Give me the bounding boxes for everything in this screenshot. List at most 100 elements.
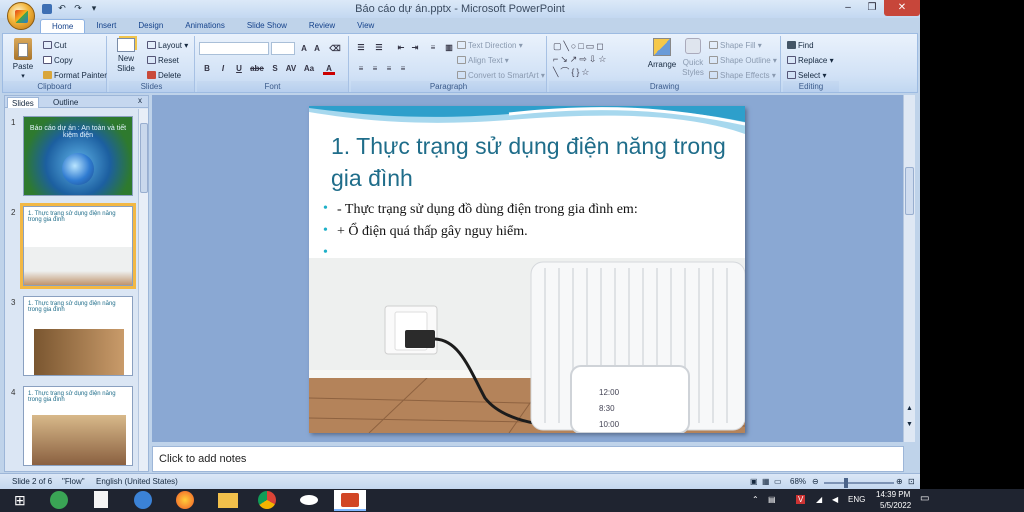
- slide-title[interactable]: 1. Thực trạng sử dụng điện năng trong gi…: [331, 130, 731, 194]
- app-icon[interactable]: [50, 491, 68, 509]
- capcut-icon[interactable]: [300, 495, 318, 505]
- tray-volume-icon[interactable]: ◀: [832, 495, 838, 504]
- shadow-button[interactable]: S: [269, 63, 281, 75]
- paste-button[interactable]: Paste ▾: [9, 38, 37, 82]
- chrome-icon[interactable]: [258, 491, 276, 509]
- tab-animations[interactable]: Animations: [174, 19, 236, 33]
- powerpoint-task-icon[interactable]: [334, 490, 366, 511]
- tab-review[interactable]: Review: [298, 19, 346, 33]
- slide-thumbnail-1[interactable]: Báo cáo dự án : An toàn và tiết kiệm điệ…: [23, 116, 133, 196]
- zoom-out-icon[interactable]: ⊖: [812, 477, 819, 486]
- shrink-font-icon[interactable]: A: [311, 43, 323, 55]
- quick-styles-button[interactable]: Quick Styles: [679, 38, 707, 78]
- align-text-button[interactable]: Align Text ▾: [457, 56, 509, 66]
- prev-slide-icon[interactable]: ▲: [906, 405, 913, 412]
- restore-button[interactable]: ❐: [860, 0, 884, 16]
- zoom-in-icon[interactable]: ⊕: [896, 477, 903, 486]
- input-language[interactable]: ENG: [848, 495, 865, 504]
- cut-button[interactable]: Cut: [43, 41, 66, 51]
- tab-home[interactable]: Home: [40, 19, 86, 33]
- slide-photo[interactable]: 12:00 8:30 10:00: [309, 258, 745, 433]
- text-direction-button[interactable]: Text Direction ▾: [457, 41, 523, 51]
- file-explorer-icon[interactable]: [218, 493, 238, 508]
- font-size-combo[interactable]: [271, 42, 295, 55]
- find-button[interactable]: Find: [787, 41, 814, 51]
- strikethrough-button[interactable]: abe: [249, 63, 265, 75]
- change-case-icon[interactable]: Aa: [303, 63, 315, 75]
- pane-scrollbar[interactable]: [138, 109, 148, 471]
- office-button[interactable]: [7, 2, 35, 30]
- layout-button[interactable]: Layout ▾: [147, 41, 188, 51]
- slide-thumbnail-4[interactable]: 1. Thực trạng sử dụng điện năng trong gi…: [23, 386, 133, 466]
- tab-view[interactable]: View: [346, 19, 385, 33]
- convert-smartart-button[interactable]: Convert to SmartArt ▾: [457, 71, 545, 81]
- clock-date[interactable]: 5/5/2022: [880, 501, 911, 510]
- copy-button[interactable]: Copy: [43, 56, 73, 66]
- notification-icon[interactable]: ▭: [920, 493, 929, 504]
- select-button[interactable]: Select ▾: [787, 71, 826, 81]
- bold-button[interactable]: B: [201, 63, 213, 75]
- zoom-slider[interactable]: [824, 478, 894, 488]
- current-slide[interactable]: 1. Thực trạng sử dụng điện năng trong gi…: [309, 106, 745, 433]
- bullet-1[interactable]: • - Thực trạng sử dụng đồ dùng điện trong…: [323, 201, 638, 218]
- underline-button[interactable]: U: [233, 63, 245, 75]
- pane-close-button[interactable]: x: [138, 96, 142, 105]
- columns-icon[interactable]: ▥: [443, 42, 455, 54]
- tab-design[interactable]: Design: [127, 19, 174, 33]
- arrange-button[interactable]: Arrange: [647, 38, 677, 70]
- slide-thumbnail-2[interactable]: 1. Thực trạng sử dụng điện năng trong gi…: [20, 203, 136, 289]
- new-slide-button[interactable]: New Slide: [113, 38, 139, 74]
- language-status[interactable]: English (United States): [96, 477, 178, 486]
- tab-insert[interactable]: Insert: [85, 19, 127, 33]
- char-spacing-icon[interactable]: AV: [285, 63, 297, 75]
- zoom-slider-thumb[interactable]: [844, 478, 848, 488]
- shape-outline-button[interactable]: Shape Outline ▾: [709, 56, 777, 66]
- tab-slide-show[interactable]: Slide Show: [236, 19, 298, 33]
- browser-icon[interactable]: [134, 491, 152, 509]
- zoom-level[interactable]: 68%: [790, 477, 806, 486]
- format-painter-button[interactable]: Format Painter: [43, 71, 107, 81]
- italic-button[interactable]: I: [217, 63, 229, 75]
- shape-effects-button[interactable]: Shape Effects ▾: [709, 71, 776, 81]
- clear-format-icon[interactable]: ⌫: [329, 43, 341, 55]
- slide-thumbnail-3[interactable]: 1. Thực trạng sử dụng điện năng trong gi…: [23, 296, 133, 376]
- bullet-2[interactable]: • + Ổ điện quá thấp gây nguy hiểm.: [323, 223, 528, 240]
- tab-outline[interactable]: Outline: [49, 97, 82, 108]
- normal-view-icon[interactable]: ▣: [750, 477, 758, 486]
- line-spacing-icon[interactable]: ≡: [427, 42, 439, 54]
- increase-indent-icon[interactable]: ⇥: [409, 42, 421, 54]
- sorter-view-icon[interactable]: ▦: [762, 477, 770, 486]
- next-slide-icon[interactable]: ▼: [906, 421, 913, 428]
- numbering-icon[interactable]: ☰: [373, 42, 385, 54]
- tray-network-icon[interactable]: ▤: [768, 495, 776, 504]
- slide-scroll-thumb[interactable]: [905, 167, 914, 215]
- font-name-combo[interactable]: [199, 42, 269, 55]
- pane-scroll-thumb[interactable]: [140, 123, 148, 193]
- align-center-icon[interactable]: ≡: [369, 63, 381, 75]
- align-left-icon[interactable]: ≡: [355, 63, 367, 75]
- minimize-button[interactable]: –: [836, 0, 860, 16]
- slide-scrollbar[interactable]: ▲ ▼: [903, 95, 915, 442]
- bullets-icon[interactable]: ☰: [355, 42, 367, 54]
- grow-font-icon[interactable]: A: [298, 43, 310, 55]
- replace-button[interactable]: Replace ▾: [787, 56, 834, 66]
- slideshow-view-icon[interactable]: ▭: [774, 477, 782, 486]
- close-button[interactable]: ✕: [884, 0, 920, 16]
- file-icon[interactable]: [94, 491, 108, 508]
- tab-slides[interactable]: Slides: [7, 97, 39, 108]
- windows-start-icon[interactable]: ⊞: [14, 491, 34, 510]
- fit-window-icon[interactable]: ⊡: [908, 477, 915, 486]
- tray-antivirus-icon[interactable]: V: [796, 495, 806, 504]
- decrease-indent-icon[interactable]: ⇤: [395, 42, 407, 54]
- shapes-gallery[interactable]: ▢╲○□▭◻ ⌐↘↗⇨⇩☆ ╲⌒{}☆: [553, 40, 641, 80]
- tray-wifi-icon[interactable]: ◢: [816, 495, 822, 504]
- firefox-icon[interactable]: [176, 491, 194, 509]
- align-right-icon[interactable]: ≡: [383, 63, 395, 75]
- font-color-icon[interactable]: A: [323, 63, 335, 75]
- justify-icon[interactable]: ≡: [397, 63, 409, 75]
- shape-fill-button[interactable]: Shape Fill ▾: [709, 41, 762, 51]
- tray-arrow-icon[interactable]: ⌃: [752, 495, 759, 504]
- delete-button[interactable]: Delete: [147, 71, 181, 81]
- clock-time[interactable]: 14:39 PM: [876, 490, 910, 499]
- notes-pane[interactable]: Click to add notes: [152, 446, 904, 472]
